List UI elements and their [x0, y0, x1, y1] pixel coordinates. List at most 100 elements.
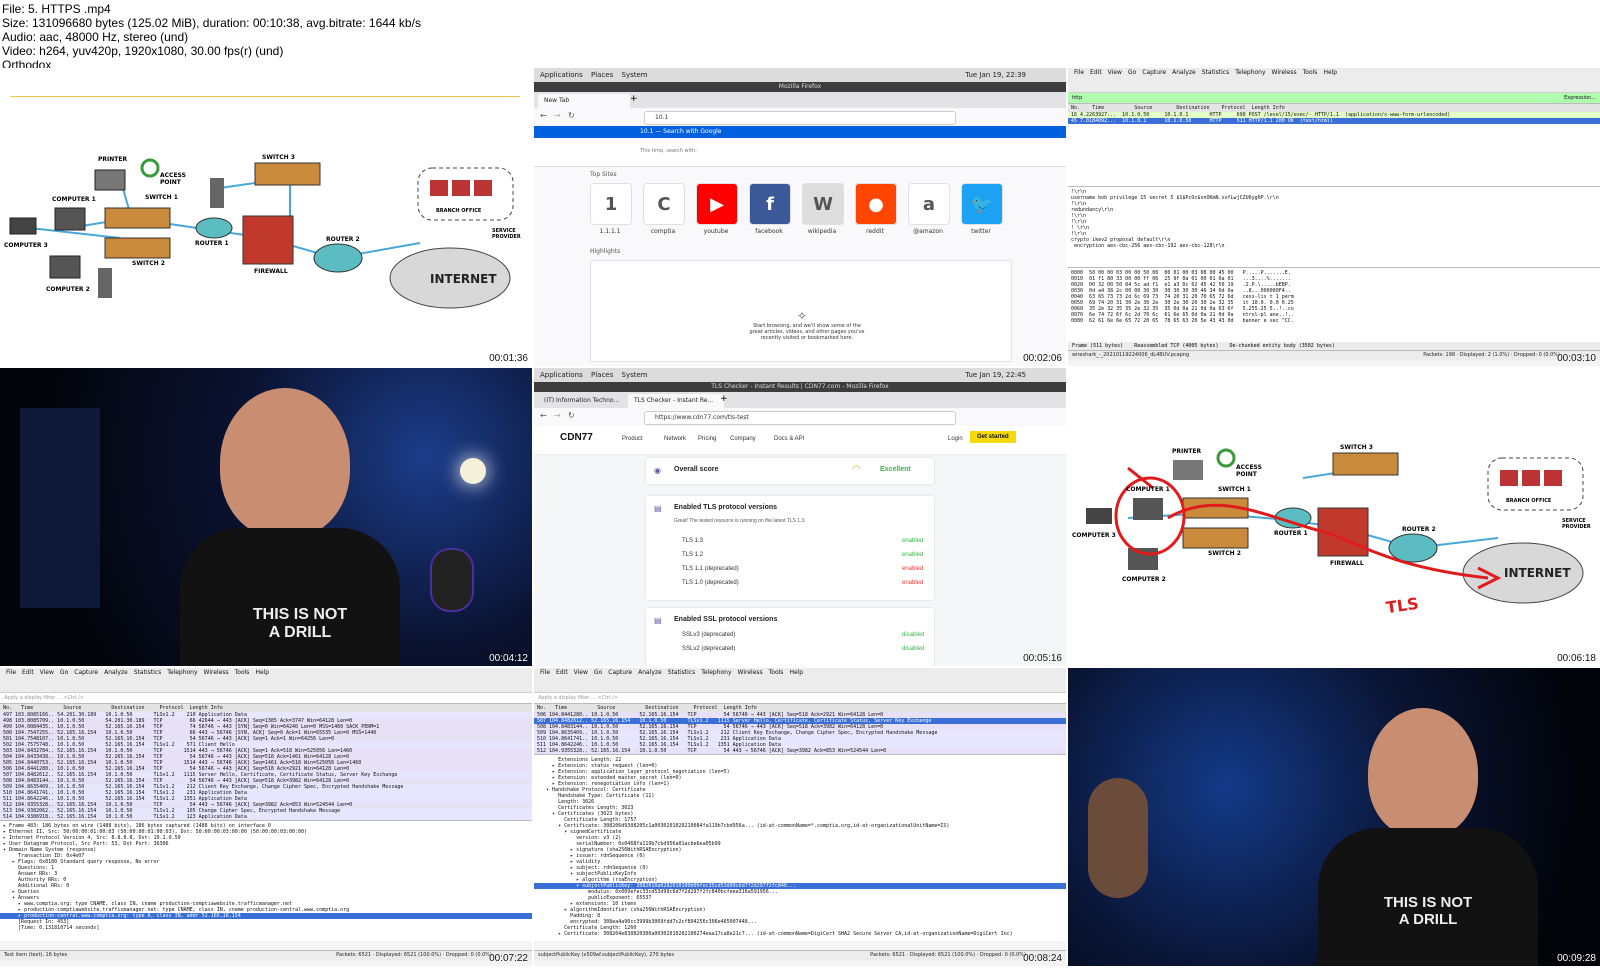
hex-tab[interactable]: Reassembled TCP (4005 bytes) — [1134, 343, 1218, 349]
menu-tools[interactable]: Tools — [1303, 69, 1318, 76]
menu-telephony[interactable]: Telephony — [1235, 69, 1265, 76]
menu-go[interactable]: Go — [1128, 69, 1136, 76]
detail-line[interactable]: 0080 62 61 6e 6e 65 72 20 65 78 65 63 20… — [1068, 318, 1600, 324]
menu-view[interactable]: View — [574, 669, 588, 676]
hex-tab[interactable]: Frame (511 bytes) — [1072, 343, 1123, 349]
display-filter-input[interactable]: http Expression... — [1068, 93, 1600, 104]
menu-edit[interactable]: Edit — [22, 669, 34, 676]
top-site-tile[interactable]: f facebook — [749, 183, 791, 235]
reload-icon[interactable]: ↻ — [568, 111, 575, 120]
back-icon[interactable]: ← — [540, 411, 547, 420]
menu-help[interactable]: Help — [255, 669, 269, 676]
expression-button[interactable]: Expression... — [1564, 93, 1596, 103]
menu-places[interactable]: Places — [591, 71, 613, 79]
menu-go[interactable]: Go — [60, 669, 68, 676]
menu-system[interactable]: System — [622, 71, 648, 79]
menu-statistics[interactable]: Statistics — [1202, 69, 1229, 76]
detail-line[interactable]: [Time: 0.131810714 seconds] — [0, 925, 532, 931]
menu-file[interactable]: File — [1074, 69, 1084, 76]
hex-tab[interactable]: De-chunked entity body (3502 bytes) — [1230, 343, 1335, 349]
top-site-tile[interactable]: ● reddit — [855, 183, 897, 235]
menu-telephony[interactable]: Telephony — [167, 669, 197, 676]
menu-analyze[interactable]: Analyze — [104, 669, 128, 676]
label-computer-2: COMPUTER 2 — [1122, 576, 1166, 583]
tab-tls-checker[interactable]: TLS Checker - Instant Re... — [628, 394, 724, 408]
tab-it[interactable]: (IT) Information Techno... — [538, 394, 634, 408]
label-switch-3: SWITCH 3 — [1340, 444, 1373, 451]
overall-score-card: ◉ Overall score ◠ Excellent — [646, 458, 934, 484]
new-tab-icon[interactable]: + — [720, 394, 728, 404]
menu-edit[interactable]: Edit — [556, 669, 568, 676]
menu-analyze[interactable]: Analyze — [1172, 69, 1196, 76]
menu-help[interactable]: Help — [789, 669, 803, 676]
top-site-tile[interactable]: Ccomptia — [643, 183, 685, 235]
menu-system[interactable]: System — [622, 371, 648, 379]
top-site-tile[interactable]: ▶ youtube — [696, 183, 738, 235]
menu-wireless[interactable]: Wireless — [738, 669, 763, 676]
menu-wireless[interactable]: Wireless — [204, 669, 229, 676]
menu-wireless[interactable]: Wireless — [1272, 69, 1297, 76]
computer-1-shape — [54, 207, 86, 231]
label-printer: PRINTER — [1172, 448, 1202, 455]
tab-new-tab[interactable]: New Tab — [538, 94, 630, 108]
cdn77-logo[interactable]: CDN77 — [560, 432, 593, 443]
menu-capture[interactable]: Capture — [1142, 69, 1166, 76]
login-link[interactable]: Login — [948, 436, 963, 442]
menu-applications[interactable]: Applications — [540, 371, 583, 379]
forward-icon[interactable]: → — [554, 411, 561, 420]
nav-network[interactable]: Network — [664, 436, 686, 442]
top-site-tile[interactable]: a @amazon — [908, 183, 950, 235]
display-filter-input[interactable]: Apply a display filter ... <Ctrl-/> — [0, 693, 532, 704]
search-suggestion[interactable]: 10.1 — Search with Google — [534, 126, 1066, 138]
shirt-text: THIS IS NOT A DRILL — [230, 606, 370, 642]
menu-view[interactable]: View — [1108, 69, 1122, 76]
menu-applications[interactable]: Applications — [540, 71, 583, 79]
status-packets: Packets: 6521 · Displayed: 6521 (100.0%)… — [870, 952, 1026, 958]
reload-icon[interactable]: ↻ — [568, 411, 575, 420]
top-site-label: @amazon — [913, 228, 943, 235]
menu-file[interactable]: File — [6, 669, 16, 676]
window-title: Mozilla Firefox — [534, 82, 1066, 92]
top-site-tile[interactable]: Wwikipedia — [802, 183, 844, 235]
menu-statistics[interactable]: Statistics — [134, 669, 161, 676]
url-input[interactable]: 10.1 — [644, 111, 956, 125]
forward-icon[interactable]: → — [554, 111, 561, 120]
nav-product[interactable]: Product — [622, 436, 643, 442]
detail-line[interactable]: encryption aes-cbc-256 aes-cbc-192 aes-c… — [1068, 243, 1600, 249]
url-input[interactable]: https://www.cdn77.com/tls-test — [644, 411, 956, 425]
menu-capture[interactable]: Capture — [608, 669, 632, 676]
menu-telephony[interactable]: Telephony — [701, 669, 731, 676]
timestamp-9: 00:09:28 — [1557, 953, 1596, 964]
menu-analyze[interactable]: Analyze — [638, 669, 662, 676]
clock: Tue Jan 19, 22:45 — [965, 371, 1026, 379]
menu-tools[interactable]: Tools — [235, 669, 250, 676]
nav-company[interactable]: Company — [730, 436, 756, 442]
detail-line[interactable]: ▸ Certificate: 308204e830820300a00302010… — [534, 931, 1066, 937]
top-site-tile[interactable]: 🐦 twitter — [961, 183, 1003, 235]
label-service-provider: SERVICE PROVIDER — [492, 228, 521, 240]
status-packets: Packets: 6521 · Displayed: 6521 (100.0%)… — [336, 952, 492, 958]
nav-pricing[interactable]: Pricing — [698, 436, 716, 442]
menu-file[interactable]: File — [540, 669, 550, 676]
label-branch-office: BRANCH OFFICE — [436, 208, 482, 214]
nav-docs[interactable]: Docs & API — [774, 436, 804, 442]
menu-go[interactable]: Go — [594, 669, 602, 676]
menu-tools[interactable]: Tools — [769, 669, 784, 676]
menu-capture[interactable]: Capture — [74, 669, 98, 676]
menu-statistics[interactable]: Statistics — [668, 669, 695, 676]
menu-edit[interactable]: Edit — [1090, 69, 1102, 76]
menu-places[interactable]: Places — [591, 371, 613, 379]
label-computer-3: COMPUTER 3 — [4, 242, 48, 249]
new-tab-icon[interactable]: + — [630, 94, 638, 104]
top-site-tile[interactable]: 1 1.1.1.1 — [590, 183, 632, 235]
display-filter-input[interactable]: Apply a display filter ... <Ctrl-/> — [534, 693, 1066, 704]
status-item: subjectPublicKey (x509af.subjectPublicKe… — [538, 952, 675, 958]
menu-help[interactable]: Help — [1323, 69, 1337, 76]
status-bar: subjectPublicKey (x509af.subjectPublicKe… — [534, 950, 1066, 960]
label-switch-2: SWITCH 2 — [132, 260, 165, 267]
packet-list-header: No. Time Source Destination Protocol Len… — [1068, 104, 1600, 112]
firewall-shape — [242, 215, 294, 265]
back-icon[interactable]: ← — [540, 111, 547, 120]
get-started-button[interactable]: Get started — [970, 431, 1016, 443]
menu-view[interactable]: View — [40, 669, 54, 676]
